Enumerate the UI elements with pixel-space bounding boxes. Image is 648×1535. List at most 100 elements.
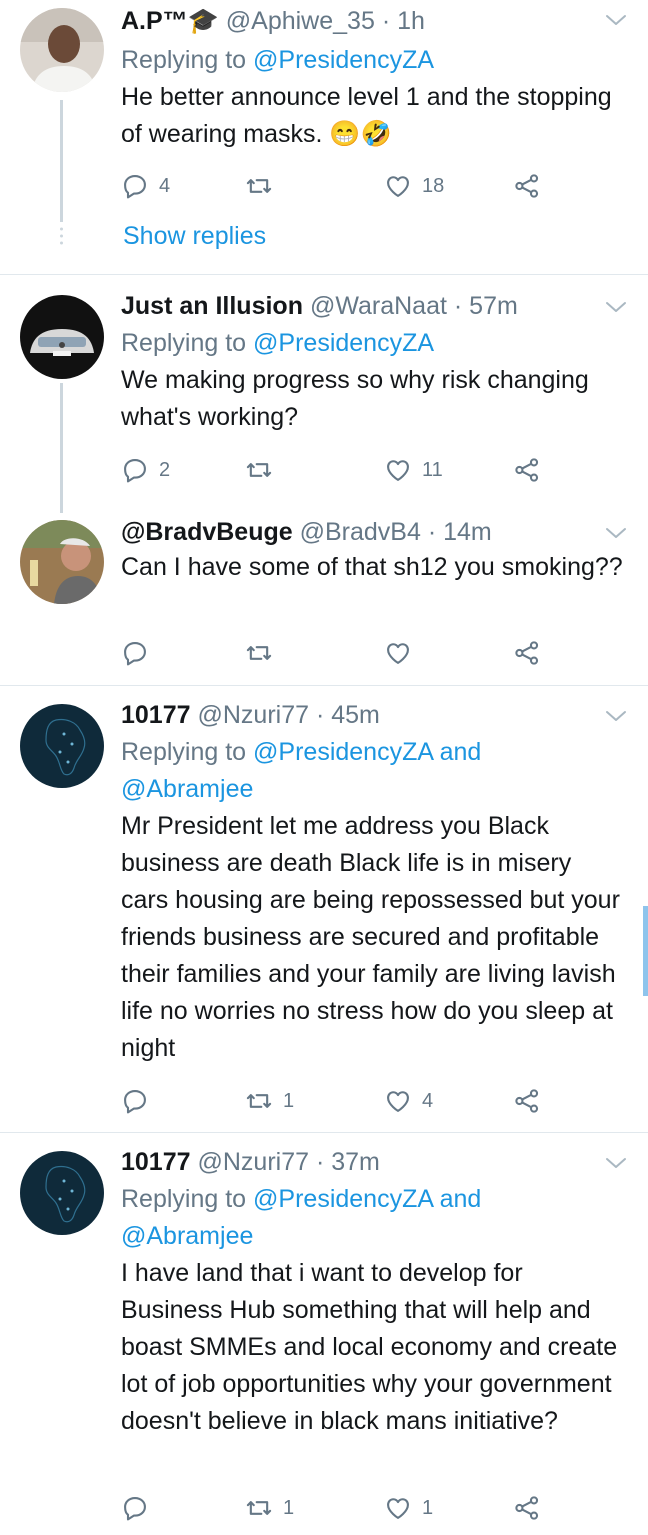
share-icon bbox=[513, 172, 541, 200]
like-icon bbox=[384, 456, 412, 484]
like-icon bbox=[384, 172, 412, 200]
reply-icon bbox=[121, 456, 149, 484]
tweet-text: Mr President let me address you Black bu… bbox=[121, 812, 620, 1062]
tweet[interactable]: A.P™🎓 @Aphiwe_35 · 1h Replying to @Presi… bbox=[0, 0, 648, 274]
username[interactable]: @Nzuri77 bbox=[197, 701, 309, 729]
mention-link[interactable]: @Abramjee bbox=[121, 1222, 253, 1250]
replying-to: Replying to @PresidencyZA bbox=[121, 325, 624, 362]
retweet-button[interactable]: 1 bbox=[245, 1493, 294, 1523]
chevron-down-icon[interactable] bbox=[604, 708, 628, 724]
reply-button[interactable] bbox=[121, 1493, 159, 1523]
share-button[interactable] bbox=[513, 1086, 541, 1116]
timestamp[interactable]: · 1h bbox=[382, 7, 425, 35]
like-icon bbox=[384, 639, 412, 667]
tweet[interactable]: Just an Illusion @WaraNaat · 57m Replyin… bbox=[0, 275, 648, 515]
mention-link[interactable]: @PresidencyZA bbox=[253, 329, 434, 357]
tweet-header: A.P™🎓 @Aphiwe_35 · 1h bbox=[121, 4, 624, 38]
like-button[interactable]: 4 bbox=[384, 1086, 433, 1116]
share-button[interactable] bbox=[513, 455, 541, 485]
share-icon bbox=[513, 1494, 541, 1522]
share-button[interactable] bbox=[513, 171, 541, 201]
tweet-text: We making progress so why risk changing … bbox=[121, 366, 589, 431]
avatar[interactable] bbox=[20, 295, 104, 379]
tweet-text: Can I have some of that sh12 you smoking… bbox=[121, 553, 623, 581]
thread-line bbox=[60, 383, 63, 513]
tweet-header: Just an Illusion @WaraNaat · 57m bbox=[121, 289, 624, 323]
mention-link[interactable]: @PresidencyZA and bbox=[253, 738, 481, 766]
display-name[interactable]: @BradvBeuge bbox=[121, 518, 293, 546]
tweet[interactable]: 10177 @Nzuri77 · 37m Replying to @Presid… bbox=[0, 1133, 648, 1535]
display-name[interactable]: 10177 bbox=[121, 1148, 191, 1176]
retweet-button[interactable] bbox=[245, 171, 283, 201]
username[interactable]: @BradvB4 bbox=[300, 518, 421, 546]
reply-button[interactable]: 4 bbox=[121, 171, 170, 201]
display-name[interactable]: A.P™🎓 bbox=[121, 7, 219, 35]
display-name[interactable]: 10177 bbox=[121, 701, 191, 729]
reply-button[interactable] bbox=[121, 1086, 159, 1116]
like-count: 18 bbox=[422, 174, 445, 197]
like-button[interactable]: 11 bbox=[384, 455, 443, 485]
tweet[interactable]: @BradvBeuge @BradvB4 · 14m Can I have so… bbox=[0, 515, 648, 685]
replying-to-label: Replying to bbox=[121, 46, 247, 74]
reply-button[interactable] bbox=[121, 638, 159, 668]
tweet-header: 10177 @Nzuri77 · 45m bbox=[121, 698, 624, 732]
mention-link[interactable]: @Abramjee bbox=[121, 775, 253, 803]
avatar[interactable] bbox=[20, 8, 104, 92]
mention-link[interactable]: @PresidencyZA bbox=[253, 46, 434, 74]
timestamp[interactable]: · 57m bbox=[454, 292, 518, 320]
share-icon bbox=[513, 1087, 541, 1115]
retweet-button[interactable]: 1 bbox=[245, 1086, 294, 1116]
reply-icon bbox=[121, 1087, 149, 1115]
replying-to: Replying to @PresidencyZA bbox=[121, 42, 624, 79]
avatar[interactable] bbox=[20, 704, 104, 788]
retweet-icon bbox=[245, 1087, 273, 1115]
reply-count: 4 bbox=[159, 174, 171, 197]
timestamp[interactable]: · 37m bbox=[316, 1148, 380, 1176]
tweet[interactable]: 10177 @Nzuri77 · 45m Replying to @Presid… bbox=[0, 686, 648, 1132]
mention-link[interactable]: @PresidencyZA and bbox=[253, 1185, 481, 1213]
like-count: 1 bbox=[422, 1496, 434, 1519]
retweet-icon bbox=[245, 172, 273, 200]
like-button[interactable]: 18 bbox=[384, 171, 444, 201]
retweet-icon bbox=[245, 639, 273, 667]
reply-count: 2 bbox=[159, 458, 171, 481]
timestamp[interactable]: · 14m bbox=[428, 518, 492, 546]
like-count: 4 bbox=[422, 1089, 434, 1112]
chevron-down-icon[interactable] bbox=[604, 1155, 628, 1171]
avatar[interactable] bbox=[20, 520, 104, 604]
timestamp[interactable]: · 45m bbox=[316, 701, 380, 729]
replying-to: Replying to @PresidencyZA and @Abramjee bbox=[121, 734, 624, 808]
replying-to-label: Replying to bbox=[121, 1185, 247, 1213]
avatar[interactable] bbox=[20, 1151, 104, 1235]
chevron-down-icon[interactable] bbox=[604, 299, 628, 315]
retweet-button[interactable] bbox=[245, 638, 283, 668]
share-button[interactable] bbox=[513, 638, 541, 668]
tweet-header: @BradvBeuge @BradvB4 · 14m bbox=[121, 515, 624, 549]
display-name[interactable]: Just an Illusion bbox=[121, 292, 303, 320]
reply-icon bbox=[121, 1494, 149, 1522]
tweet-text: He better announce level 1 and the stopp… bbox=[121, 83, 612, 148]
chevron-down-icon[interactable] bbox=[604, 12, 628, 28]
thread-line bbox=[60, 100, 63, 222]
reply-icon bbox=[121, 172, 149, 200]
retweet-count: 1 bbox=[283, 1496, 295, 1519]
like-button[interactable]: 1 bbox=[384, 1493, 433, 1523]
retweet-icon bbox=[245, 456, 273, 484]
show-replies-link[interactable]: Show replies bbox=[123, 222, 266, 251]
username[interactable]: @Nzuri77 bbox=[197, 1148, 309, 1176]
reply-icon bbox=[121, 639, 149, 667]
tweet-header: 10177 @Nzuri77 · 37m bbox=[121, 1145, 624, 1179]
username[interactable]: @WaraNaat bbox=[310, 292, 447, 320]
share-button[interactable] bbox=[513, 1493, 541, 1523]
like-icon bbox=[384, 1494, 412, 1522]
chevron-down-icon[interactable] bbox=[604, 525, 628, 541]
like-button[interactable] bbox=[384, 638, 422, 668]
retweet-count: 1 bbox=[283, 1089, 295, 1112]
username[interactable]: @Aphiwe_35 bbox=[226, 7, 375, 35]
scrollbar-thumb[interactable] bbox=[643, 906, 648, 996]
reply-button[interactable]: 2 bbox=[121, 455, 170, 485]
replying-to-label: Replying to bbox=[121, 329, 247, 357]
tweet-text: I have land that i want to develop for B… bbox=[121, 1259, 618, 1435]
replying-to: Replying to @PresidencyZA and @Abramjee bbox=[121, 1181, 624, 1255]
retweet-button[interactable] bbox=[245, 455, 283, 485]
